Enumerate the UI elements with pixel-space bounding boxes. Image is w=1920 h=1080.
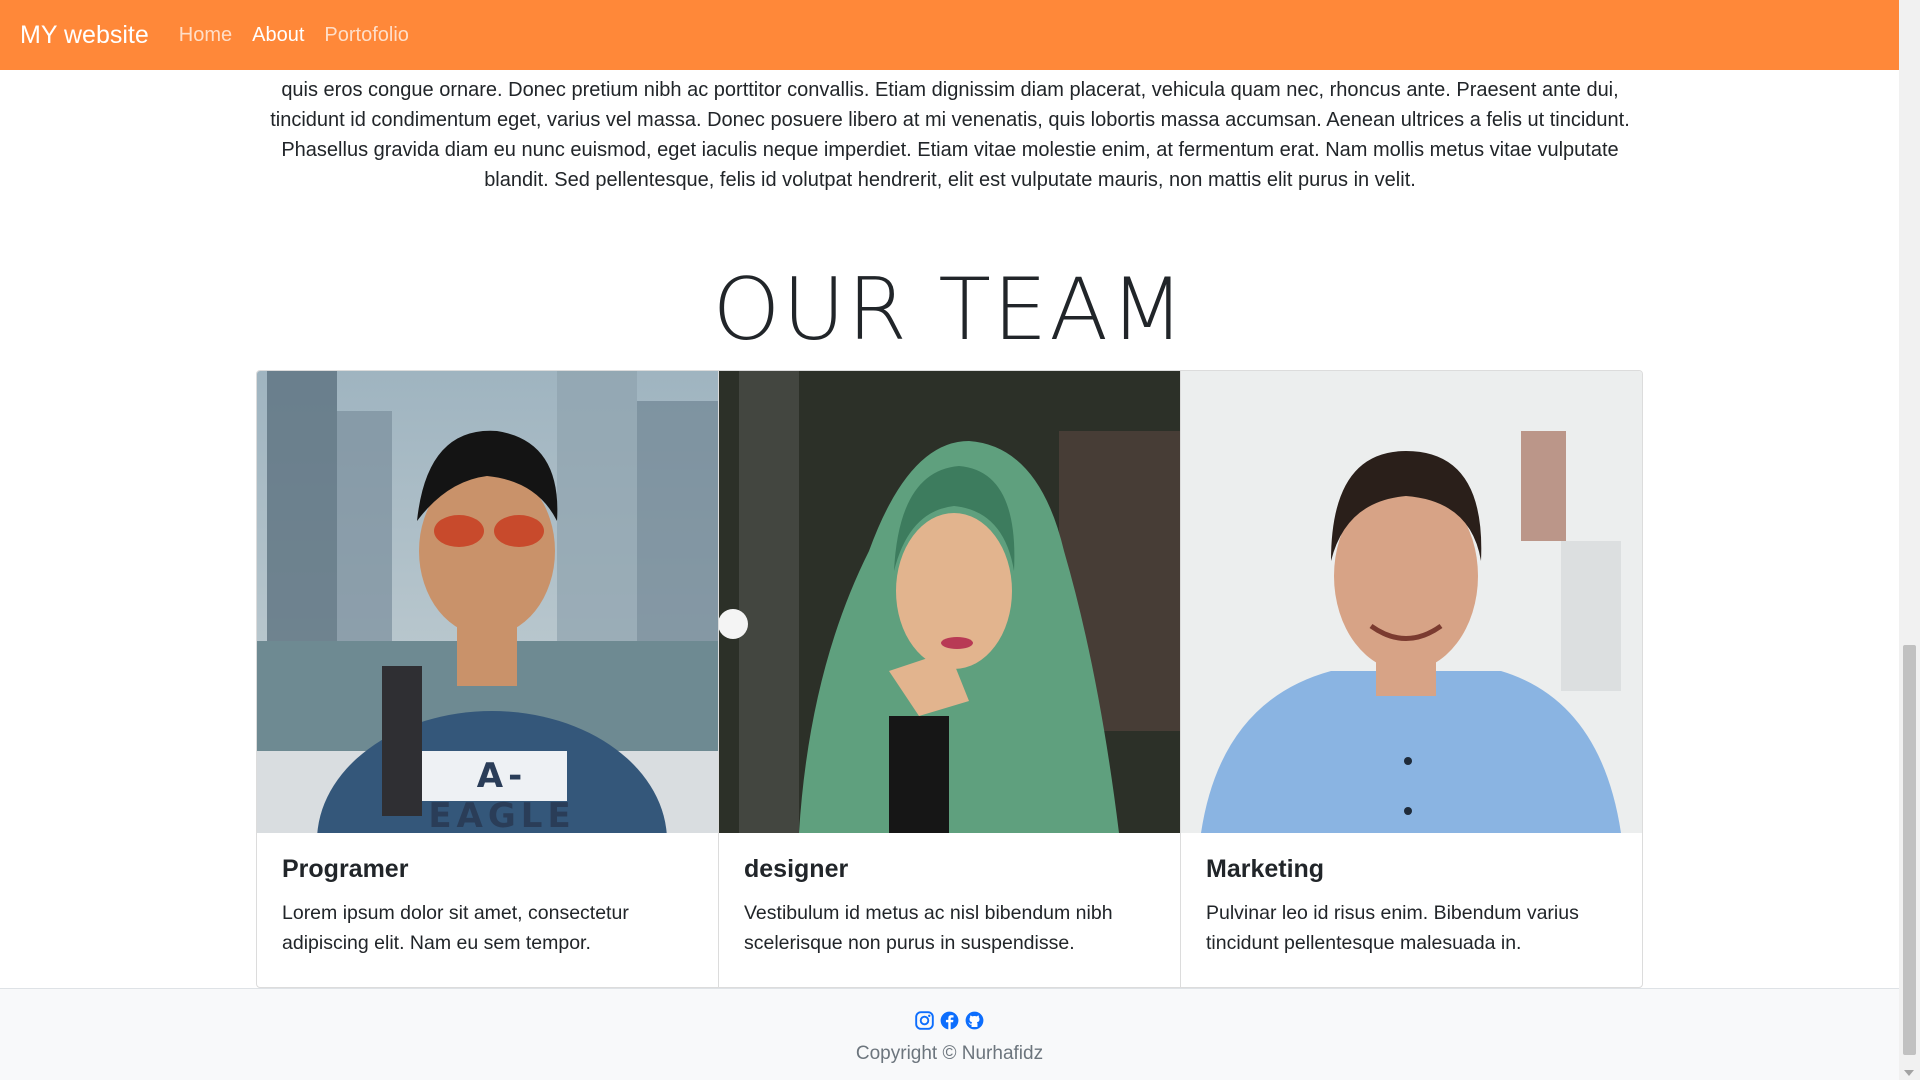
nav-link-portofolio[interactable]: Portofolio <box>324 24 409 47</box>
instagram-icon[interactable] <box>915 1011 934 1035</box>
designer-photo <box>719 371 1180 833</box>
social-icons <box>0 1011 1899 1035</box>
card-text: Lorem ipsum dolor sit amet, consectetur … <box>282 902 629 954</box>
scrollbar-thumb[interactable] <box>1903 645 1916 1055</box>
team-title: OUR TEAM <box>712 260 1187 360</box>
scroll-down-arrow-icon[interactable] <box>1904 1070 1914 1076</box>
team-card-designer: designer Vestibulum id metus ac nisl bib… <box>719 371 1181 987</box>
github-icon[interactable] <box>965 1011 984 1035</box>
about-paragraph: quis eros congue ornare. Donec pretium n… <box>270 79 1630 191</box>
team-card-group: A-EAGLE Programer Lorem ipsum dolor sit … <box>256 370 1643 988</box>
card-text: Vestibulum id metus ac nisl bibendum nib… <box>744 902 1113 954</box>
team-card-marketing: Marketing Pulvinar leo id risus enim. Bi… <box>1181 371 1642 987</box>
copyright-text: Copyright © Nurhafidz <box>855 1043 1044 1064</box>
team-card-programer: A-EAGLE Programer Lorem ipsum dolor sit … <box>257 371 719 987</box>
nav-link-home[interactable]: Home <box>179 24 232 47</box>
card-text: Pulvinar leo id risus enim. Bibendum var… <box>1206 902 1579 954</box>
navbar-brand[interactable]: MY website <box>20 21 149 50</box>
card-title: Programer <box>282 855 409 883</box>
facebook-icon[interactable] <box>940 1011 959 1035</box>
footer: Copyright © Nurhafidz <box>0 988 1899 1080</box>
page-scrollbar[interactable] <box>1899 0 1920 1080</box>
nav-link-about[interactable]: About <box>252 24 304 47</box>
card-title: designer <box>744 855 849 883</box>
marketing-photo <box>1181 371 1642 833</box>
programer-photo: A-EAGLE <box>257 371 718 833</box>
shirt-print: A-EAGLE <box>428 756 576 833</box>
navbar: MY website Home About Portofolio <box>0 0 1899 70</box>
card-title: Marketing <box>1206 855 1325 883</box>
